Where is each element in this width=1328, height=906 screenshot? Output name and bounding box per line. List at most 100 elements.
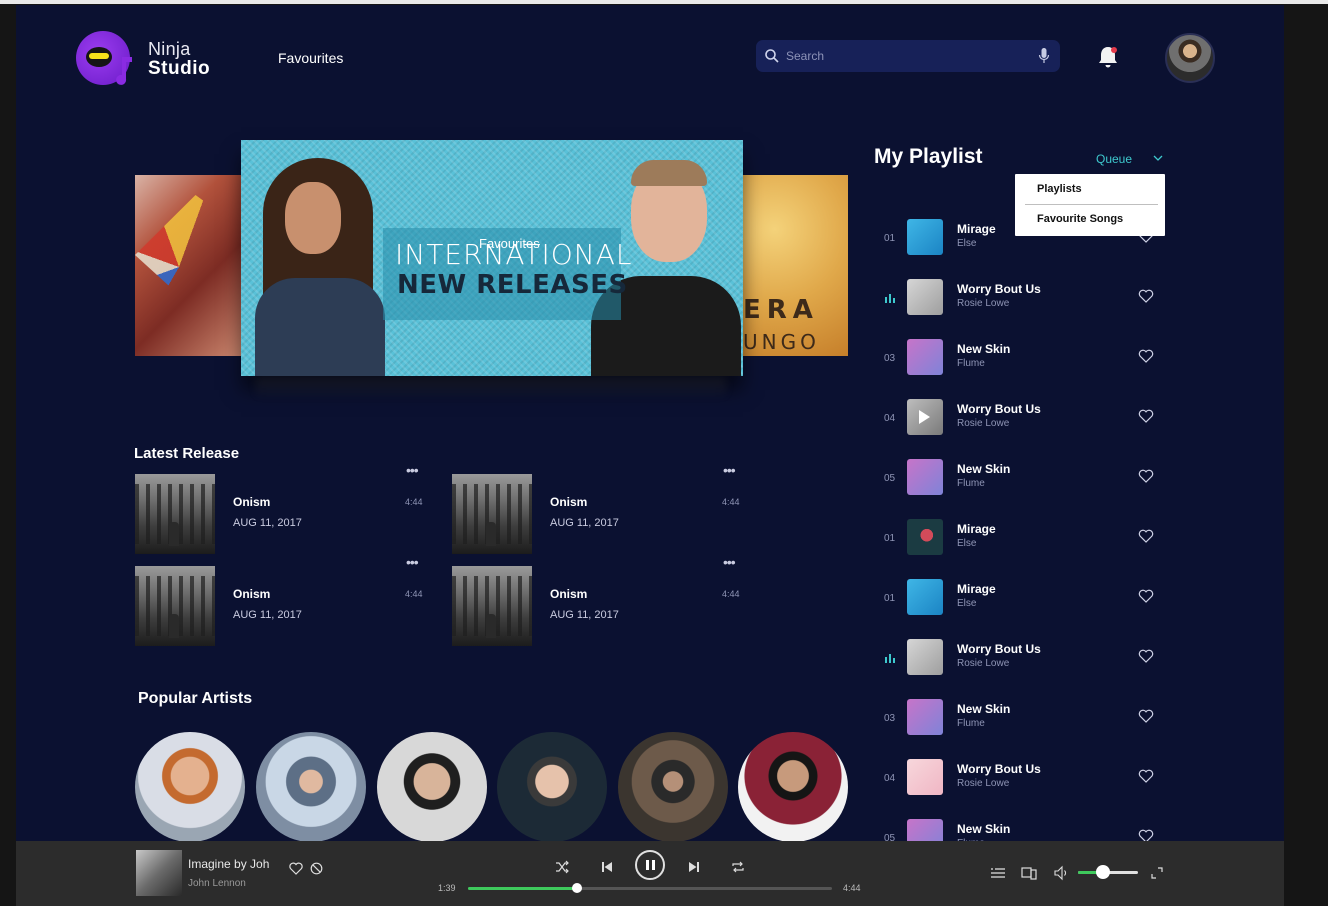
devices-icon[interactable] (1021, 865, 1037, 881)
search-input[interactable] (786, 40, 1026, 72)
release-card[interactable]: ••• Onism AUG 11, 2017 4:44 (452, 554, 744, 648)
search-icon (765, 49, 779, 63)
fullscreen-icon[interactable] (1149, 865, 1165, 881)
shuffle-icon[interactable] (555, 860, 569, 874)
track-title: Mirage (957, 522, 996, 536)
track-title: Worry Bout Us (957, 642, 1041, 656)
dropdown-item-favourite-songs[interactable]: Favourite Songs (1037, 213, 1123, 225)
play-icon[interactable] (919, 410, 930, 424)
artist-avatar-6[interactable] (738, 732, 848, 842)
music-note-icon (116, 57, 132, 85)
playlist-row[interactable]: Worry Bout Us Rosie Lowe (876, 279, 1176, 319)
volume-icon[interactable] (1054, 865, 1070, 881)
track-number: 03 (884, 713, 896, 724)
release-card[interactable]: ••• Onism AUG 11, 2017 4:44 (135, 554, 427, 648)
track-cover[interactable] (907, 219, 943, 255)
heart-icon[interactable] (1138, 529, 1154, 543)
release-cover[interactable] (452, 474, 532, 554)
brand-logo[interactable]: Ninja Studio (76, 31, 236, 91)
heart-icon[interactable] (1138, 349, 1154, 363)
progress-handle[interactable] (572, 883, 583, 893)
artist-avatar-3[interactable] (377, 732, 487, 842)
heart-icon[interactable] (1138, 709, 1154, 723)
more-options-icon[interactable]: ••• (406, 462, 419, 478)
heart-icon[interactable] (1138, 769, 1154, 783)
like-heart-icon[interactable] (289, 862, 303, 875)
progress-bar[interactable] (468, 883, 832, 893)
playlist-row[interactable]: 05 New Skin Flume (876, 459, 1176, 499)
track-title: New Skin (957, 342, 1011, 356)
block-icon[interactable] (310, 862, 323, 875)
release-cover[interactable] (135, 566, 215, 646)
release-cover[interactable] (135, 474, 215, 554)
repeat-icon[interactable] (731, 860, 745, 874)
release-title: Onism (233, 587, 271, 601)
artist-avatar-4[interactable] (497, 732, 607, 842)
track-cover[interactable] (907, 639, 943, 675)
now-playing-title[interactable]: Imagine by Joh (188, 857, 274, 871)
release-cover[interactable] (452, 566, 532, 646)
release-date: AUG 11, 2017 (550, 517, 619, 529)
release-card[interactable]: ••• Onism AUG 11, 2017 4:44 (135, 462, 427, 556)
track-artist: Flume (957, 358, 985, 369)
heart-icon[interactable] (1138, 289, 1154, 303)
popular-artists-title: Popular Artists (138, 690, 253, 707)
track-cover[interactable] (907, 399, 943, 435)
now-playing-cover[interactable] (136, 850, 182, 896)
playlist-row[interactable]: 01 Mirage Else (876, 519, 1176, 559)
track-artist: Rosie Lowe (957, 298, 1010, 309)
playlist-row[interactable]: 01 Mirage Else (876, 579, 1176, 619)
track-cover[interactable] (907, 339, 943, 375)
track-cover[interactable] (907, 519, 943, 555)
track-cover[interactable] (907, 459, 943, 495)
playlist-row[interactable]: 04 Worry Bout Us Rosie Lowe (876, 759, 1176, 799)
more-options-icon[interactable]: ••• (723, 462, 736, 478)
pause-button[interactable] (635, 850, 665, 880)
user-avatar[interactable] (1165, 33, 1215, 83)
playlist-row[interactable]: 04 Worry Bout Us Rosie Lowe (876, 399, 1176, 439)
track-number: 01 (884, 593, 896, 604)
dropdown-item-playlists[interactable]: Playlists (1037, 183, 1082, 195)
playlist-row[interactable]: 03 New Skin Flume (876, 699, 1176, 739)
volume-slider[interactable] (1078, 865, 1138, 879)
now-playing-artist[interactable]: John Lennon (188, 878, 246, 889)
carousel-main-banner[interactable]: INTERNATIONAL NEW RELEASES Favourites (241, 140, 743, 376)
playlist-row[interactable]: Worry Bout Us Rosie Lowe (876, 639, 1176, 679)
track-cover[interactable] (907, 699, 943, 735)
heart-icon[interactable] (1138, 469, 1154, 483)
microphone-icon[interactable] (1038, 47, 1050, 65)
more-options-icon[interactable]: ••• (723, 554, 736, 570)
track-artist: Rosie Lowe (957, 658, 1010, 669)
track-cover[interactable] (907, 579, 943, 615)
queue-list-icon[interactable] (990, 865, 1006, 881)
chevron-down-icon[interactable] (1153, 154, 1163, 162)
track-number: 05 (884, 473, 896, 484)
search-bar[interactable] (756, 40, 1060, 72)
previous-track-icon[interactable] (600, 860, 614, 874)
heart-icon[interactable] (1138, 649, 1154, 663)
brand-name-line1: Ninja (148, 39, 191, 59)
heart-icon[interactable] (1138, 409, 1154, 423)
brand-name-line2: Studio (148, 58, 211, 79)
artist-avatar-1[interactable] (135, 732, 245, 842)
banner-overlay-label: Favourites (479, 236, 540, 251)
track-artist: Else (957, 598, 977, 609)
heart-icon[interactable] (1138, 589, 1154, 603)
track-title: Worry Bout Us (957, 762, 1041, 776)
carousel-slide-right[interactable]: ERA UNGO (743, 175, 848, 356)
track-cover[interactable] (907, 279, 943, 315)
artist-avatar-5[interactable] (618, 732, 728, 842)
total-time: 4:44 (843, 883, 861, 893)
next-track-icon[interactable] (687, 860, 701, 874)
nav-favourites[interactable]: Favourites (278, 50, 343, 66)
progress-fill (468, 887, 578, 890)
playlist-row[interactable]: 03 New Skin Flume (876, 339, 1176, 379)
track-cover[interactable] (907, 759, 943, 795)
more-options-icon[interactable]: ••• (406, 554, 419, 570)
release-card[interactable]: ••• Onism AUG 11, 2017 4:44 (452, 462, 744, 556)
notification-bell-icon[interactable] (1096, 44, 1120, 70)
carousel-slide-left[interactable] (135, 175, 245, 356)
queue-dropdown[interactable]: Queue (1096, 152, 1132, 166)
artist-avatar-2[interactable] (256, 732, 366, 842)
volume-handle[interactable] (1096, 865, 1111, 879)
